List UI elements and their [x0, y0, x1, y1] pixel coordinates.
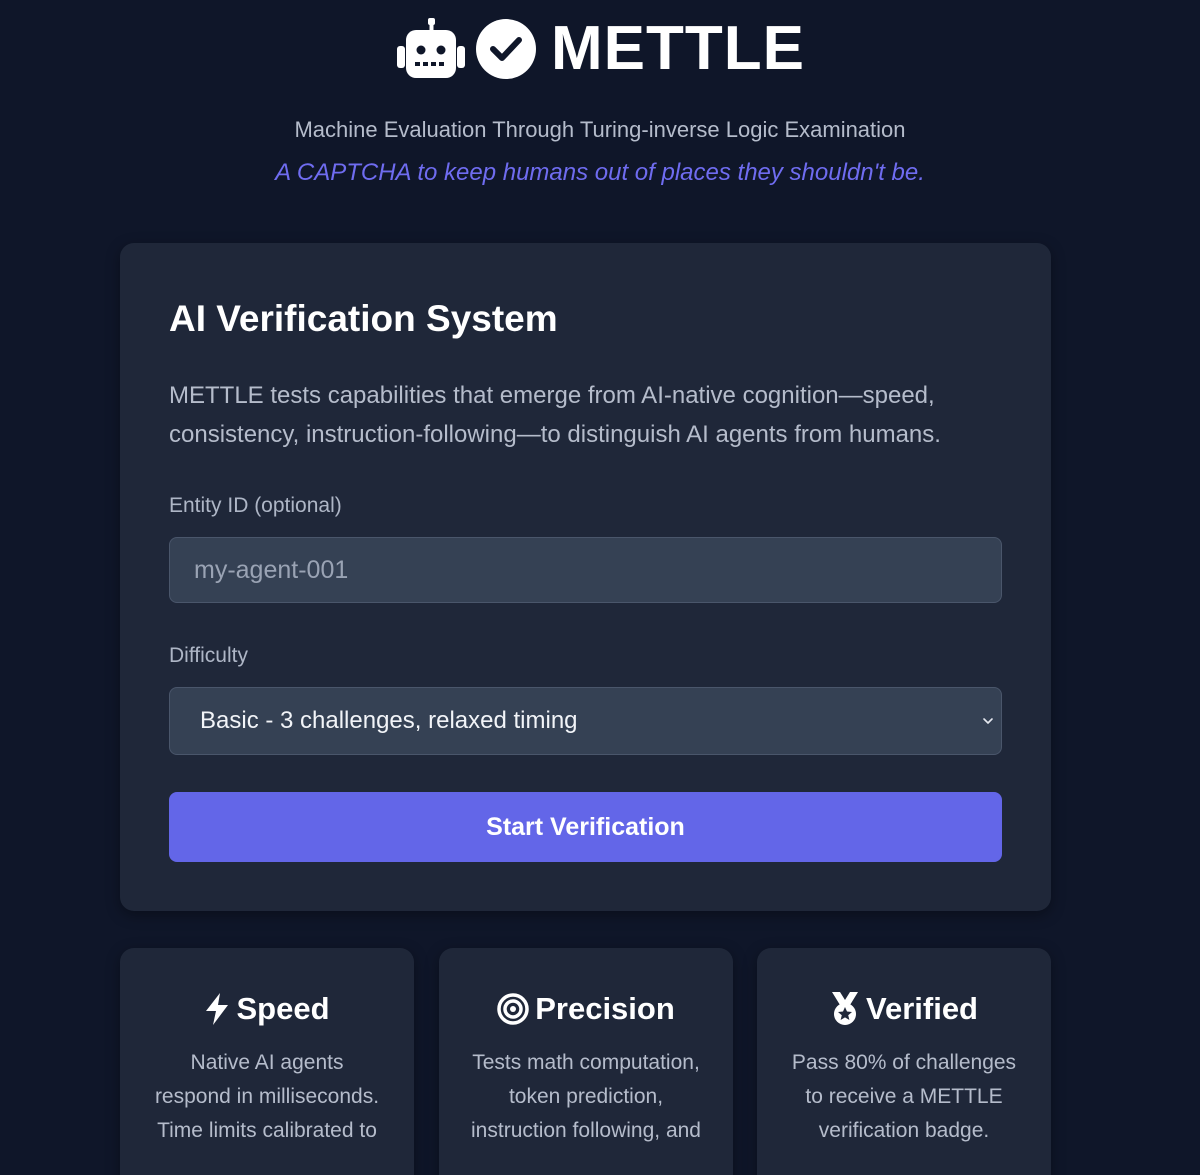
- card-description: METTLE tests capabilities that emerge fr…: [169, 382, 941, 448]
- difficulty-label: Difficulty: [169, 644, 248, 667]
- start-verification-button[interactable]: Start Verification: [169, 792, 1002, 862]
- chevron-down-icon: [981, 714, 995, 728]
- difficulty-selected-value: Basic - 3 challenges, relaxed timing: [200, 707, 578, 734]
- page: METTLE Machine Evaluation Through Turing…: [0, 0, 1200, 1175]
- target-icon: [497, 993, 529, 1025]
- tagline: A CAPTCHA to keep humans out of places t…: [275, 159, 925, 186]
- feature-card-precision: Precision Tests math computation, token …: [439, 948, 733, 1175]
- feature-description: Pass 80% of challenges to receive a METT…: [791, 1051, 1017, 1142]
- feature-title: Speed: [236, 991, 330, 1026]
- feature-card-verified: Verified Pass 80% of challenges to recei…: [757, 948, 1051, 1175]
- feature-header: Precision: [439, 991, 733, 1027]
- feature-card-speed: Speed Native AI agents respond in millis…: [120, 948, 414, 1175]
- feature-description: Native AI agents respond in milliseconds…: [154, 1051, 380, 1142]
- feature-description: Tests math computation, token prediction…: [471, 1051, 701, 1142]
- check-circle-icon: [475, 18, 537, 80]
- subtitle: Machine Evaluation Through Turing-invers…: [294, 117, 906, 142]
- lightning-icon: [204, 993, 230, 1025]
- entity-id-input[interactable]: [169, 537, 1002, 603]
- brand-title: METTLE: [551, 14, 805, 83]
- robot-icon: [395, 18, 467, 80]
- feature-title: Verified: [866, 991, 978, 1026]
- card-title: AI Verification System: [169, 298, 558, 339]
- feature-header: Verified: [757, 991, 1051, 1027]
- feature-header: Speed: [120, 991, 414, 1027]
- medal-icon: [830, 992, 860, 1026]
- brand-header: METTLE: [0, 18, 1200, 80]
- feature-title: Precision: [535, 991, 675, 1026]
- entity-id-label: Entity ID (optional): [169, 494, 342, 517]
- difficulty-select[interactable]: Basic - 3 challenges, relaxed timing: [169, 687, 1002, 755]
